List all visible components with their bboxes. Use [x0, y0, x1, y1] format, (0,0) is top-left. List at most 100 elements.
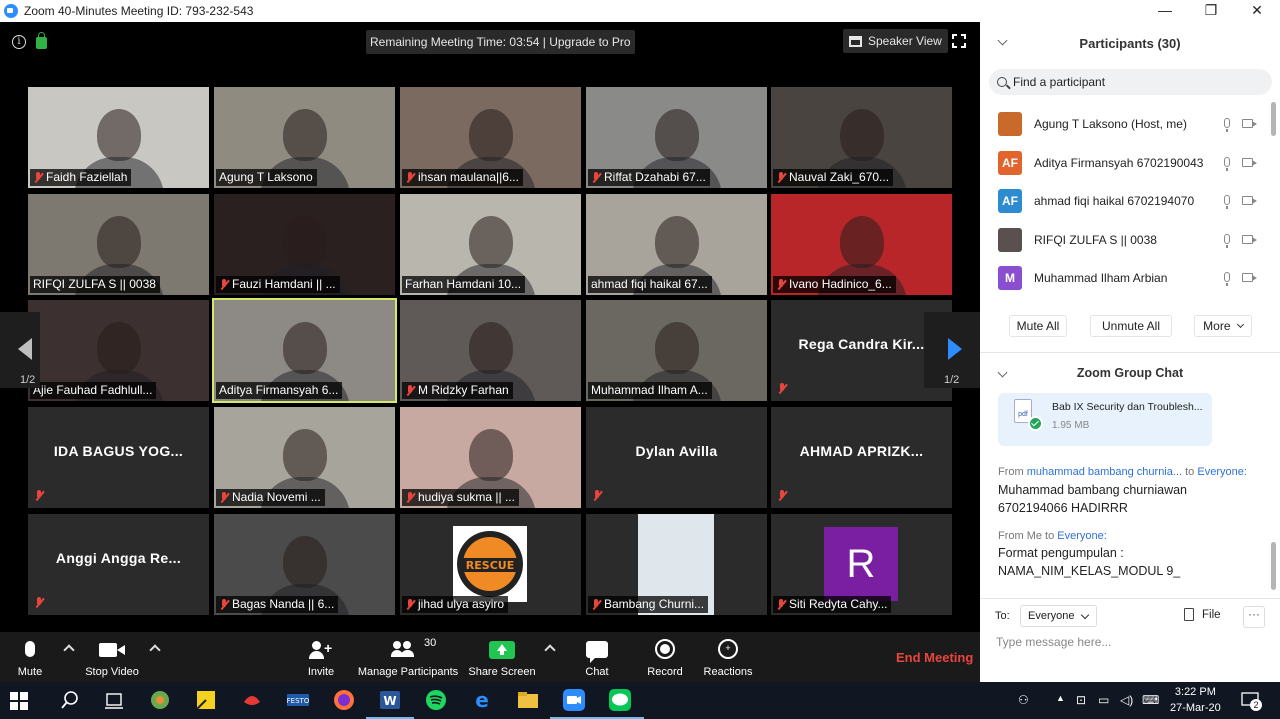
participant-video-tile[interactable]: RESCUE jihad ulya asyiro — [400, 514, 581, 615]
recipient-link[interactable]: Everyone: — [1197, 466, 1247, 478]
stop-video-button[interactable]: Stop Video — [80, 632, 144, 682]
notifications-icon[interactable]: 2 — [1240, 690, 1262, 711]
participant-video-tile[interactable]: Bambang Churni... — [586, 514, 767, 615]
file-explorer-icon[interactable] — [516, 688, 540, 712]
unmute-all-button[interactable]: Unmute All — [1090, 315, 1172, 337]
participant-video-tile[interactable]: Agung T Laksono — [214, 87, 395, 188]
more-button[interactable]: More — [1194, 315, 1252, 337]
audio-options-chevron-icon[interactable] — [63, 644, 75, 656]
participant-video-tile[interactable]: ahmad fiqi haikal 67... — [586, 194, 767, 295]
participant-video-tile[interactable]: Ivano Hadinico_6... — [771, 194, 952, 295]
spotify-icon[interactable] — [424, 688, 448, 712]
speaker-view-button[interactable]: Speaker View — [843, 29, 948, 53]
participant-video-tile[interactable]: Bagas Nanda || 6... — [214, 514, 395, 615]
video-camera-icon[interactable] — [1242, 234, 1257, 244]
video-camera-icon[interactable] — [1242, 119, 1257, 128]
participant-video-tile[interactable]: R Siti Redyta Cahy... — [771, 514, 952, 615]
sender-link[interactable]: muhammad bambang churnia... — [1027, 466, 1182, 478]
keyboard-icon[interactable]: ⌨ — [1142, 693, 1164, 707]
fullscreen-icon[interactable] — [952, 34, 966, 48]
chat-button[interactable]: Chat — [576, 632, 618, 682]
zoom-taskbar-icon[interactable] — [550, 688, 598, 719]
lock-icon[interactable] — [36, 32, 47, 49]
participant-video-tile[interactable]: Nauval Zaki_670... — [771, 87, 952, 188]
video-camera-icon[interactable] — [1242, 196, 1257, 205]
share-screen-button[interactable]: Share Screen — [468, 632, 536, 682]
participant-video-tile[interactable]: Dylan Avilla — [586, 407, 767, 508]
participant-video-tile[interactable]: RIFQI ZULFA S || 0038 — [28, 194, 209, 295]
chat-message-text: Muhammad bambang churniawan 6702194066 H… — [998, 481, 1187, 517]
chat-more-button[interactable]: ··· — [1243, 606, 1265, 628]
video-camera-icon[interactable] — [1242, 157, 1257, 167]
participant-video-tile[interactable]: hudiya sukma || ... — [400, 407, 581, 508]
shared-file-card[interactable]: pdf Bab IX Security dan Troublesh... 1.9… — [998, 393, 1212, 446]
participant-video-tile[interactable]: Aditya Firmansyah 6... — [212, 298, 397, 403]
mute-all-button[interactable]: Mute All — [1009, 315, 1067, 337]
participant-video-tile[interactable]: Anggi Angga Re... — [28, 514, 209, 615]
minimize-button[interactable]: — — [1142, 0, 1188, 22]
record-button[interactable]: Record — [644, 632, 686, 682]
show-hidden-icons-chevron-icon[interactable]: ▲ — [1056, 693, 1072, 707]
microphone-icon[interactable] — [1224, 195, 1230, 209]
video-options-chevron-icon[interactable] — [149, 644, 161, 656]
participant-row[interactable]: M Muhammad Ilham Arbian — [980, 259, 1270, 298]
sticky-notes-icon[interactable] — [194, 688, 218, 712]
collapse-participants-chevron-icon[interactable] — [997, 35, 1008, 46]
volume-icon[interactable]: ◁) — [1120, 693, 1136, 707]
people-icon[interactable]: ⚇ — [1018, 693, 1034, 707]
participant-list-scrollbar[interactable] — [1271, 102, 1276, 136]
clock-time: 3:22 PM — [1174, 686, 1216, 698]
word-icon[interactable]: W — [366, 688, 414, 719]
mute-button[interactable]: Mute — [8, 632, 52, 682]
end-meeting-button[interactable]: End Meeting — [896, 650, 973, 665]
restore-button[interactable]: ❐ — [1188, 0, 1234, 22]
network-icon[interactable]: ⊡ — [1076, 693, 1092, 707]
close-button[interactable]: ✕ — [1234, 0, 1280, 22]
microphone-icon[interactable] — [1224, 233, 1230, 248]
participant-row[interactable]: AF Aditya Firmansyah 6702190043 — [980, 144, 1270, 183]
info-icon[interactable]: i — [12, 34, 26, 49]
microphone-icon[interactable] — [1224, 156, 1230, 171]
recipient-dropdown[interactable]: Everyone — [1020, 605, 1098, 627]
participant-video-tile[interactable]: M Ridzky Farhan — [400, 300, 581, 401]
remaining-time-banner[interactable]: Remaining Meeting Time: 03:54 | Upgrade … — [366, 30, 635, 54]
search-taskbar-icon[interactable] — [58, 688, 82, 712]
invite-button[interactable]: + Invite — [300, 632, 342, 682]
participant-video-tile[interactable]: ihsan maulana||6... — [400, 87, 581, 188]
reactions-button[interactable]: + Reactions — [700, 632, 756, 682]
participant-video-tile[interactable]: Riffat Dzahabi 67... — [586, 87, 767, 188]
task-view-icon[interactable] — [102, 688, 126, 712]
participant-video-tile[interactable]: Nadia Novemi ... — [214, 407, 395, 508]
participant-video-tile[interactable]: AHMAD APRIZK... — [771, 407, 952, 508]
file-size: 1.95 MB — [1052, 420, 1090, 431]
collapse-chat-chevron-icon[interactable] — [997, 367, 1008, 378]
firefox-icon[interactable] — [332, 688, 356, 712]
participant-row[interactable]: Agung T Laksono (Host, me) — [980, 105, 1270, 144]
festo-app-icon[interactable]: FESTO — [286, 688, 310, 712]
microphone-icon[interactable] — [1224, 272, 1230, 286]
participant-video-tile[interactable]: Fauzi Hamdani || ... — [214, 194, 395, 295]
windows-start-icon[interactable] — [10, 692, 28, 710]
microphone-icon[interactable] — [1224, 118, 1230, 132]
participant-search-input[interactable]: Find a participant — [989, 69, 1272, 95]
participant-row[interactable]: RIFQI ZULFA S || 0038 — [980, 221, 1270, 260]
line-app-icon[interactable] — [596, 688, 644, 719]
participant-video-tile[interactable]: Muhammad Ilham A... — [586, 300, 767, 401]
system-clock[interactable]: 3:22 PM 27-Mar-20 — [1170, 684, 1221, 716]
battery-icon[interactable]: ▭ — [1098, 693, 1114, 707]
participant-video-tile[interactable]: Faidh Faziellah — [28, 87, 209, 188]
participant-video-tile[interactable]: IDA BAGUS YOG... — [28, 407, 209, 508]
send-file-button[interactable]: File — [1184, 608, 1221, 621]
edge-icon[interactable]: e — [470, 688, 494, 712]
participant-video-tile[interactable]: Ajie Fauhad Fadhlull... — [28, 300, 209, 401]
chat-message-input[interactable]: Type message here... — [996, 635, 1111, 649]
participant-video-tile[interactable]: Farhan Hamdani 10... — [400, 194, 581, 295]
chat-scrollbar[interactable] — [1271, 542, 1276, 590]
game-app-icon[interactable] — [240, 688, 264, 712]
video-camera-icon[interactable] — [1242, 273, 1257, 282]
app-taskbar-icon[interactable] — [148, 688, 172, 712]
share-options-chevron-icon[interactable] — [544, 644, 556, 656]
recipient-link[interactable]: Everyone: — [1057, 530, 1107, 542]
manage-participants-button[interactable]: 30 Manage Participants — [354, 632, 462, 682]
participant-row[interactable]: AF ahmad fiqi haikal 6702194070 — [980, 182, 1270, 221]
